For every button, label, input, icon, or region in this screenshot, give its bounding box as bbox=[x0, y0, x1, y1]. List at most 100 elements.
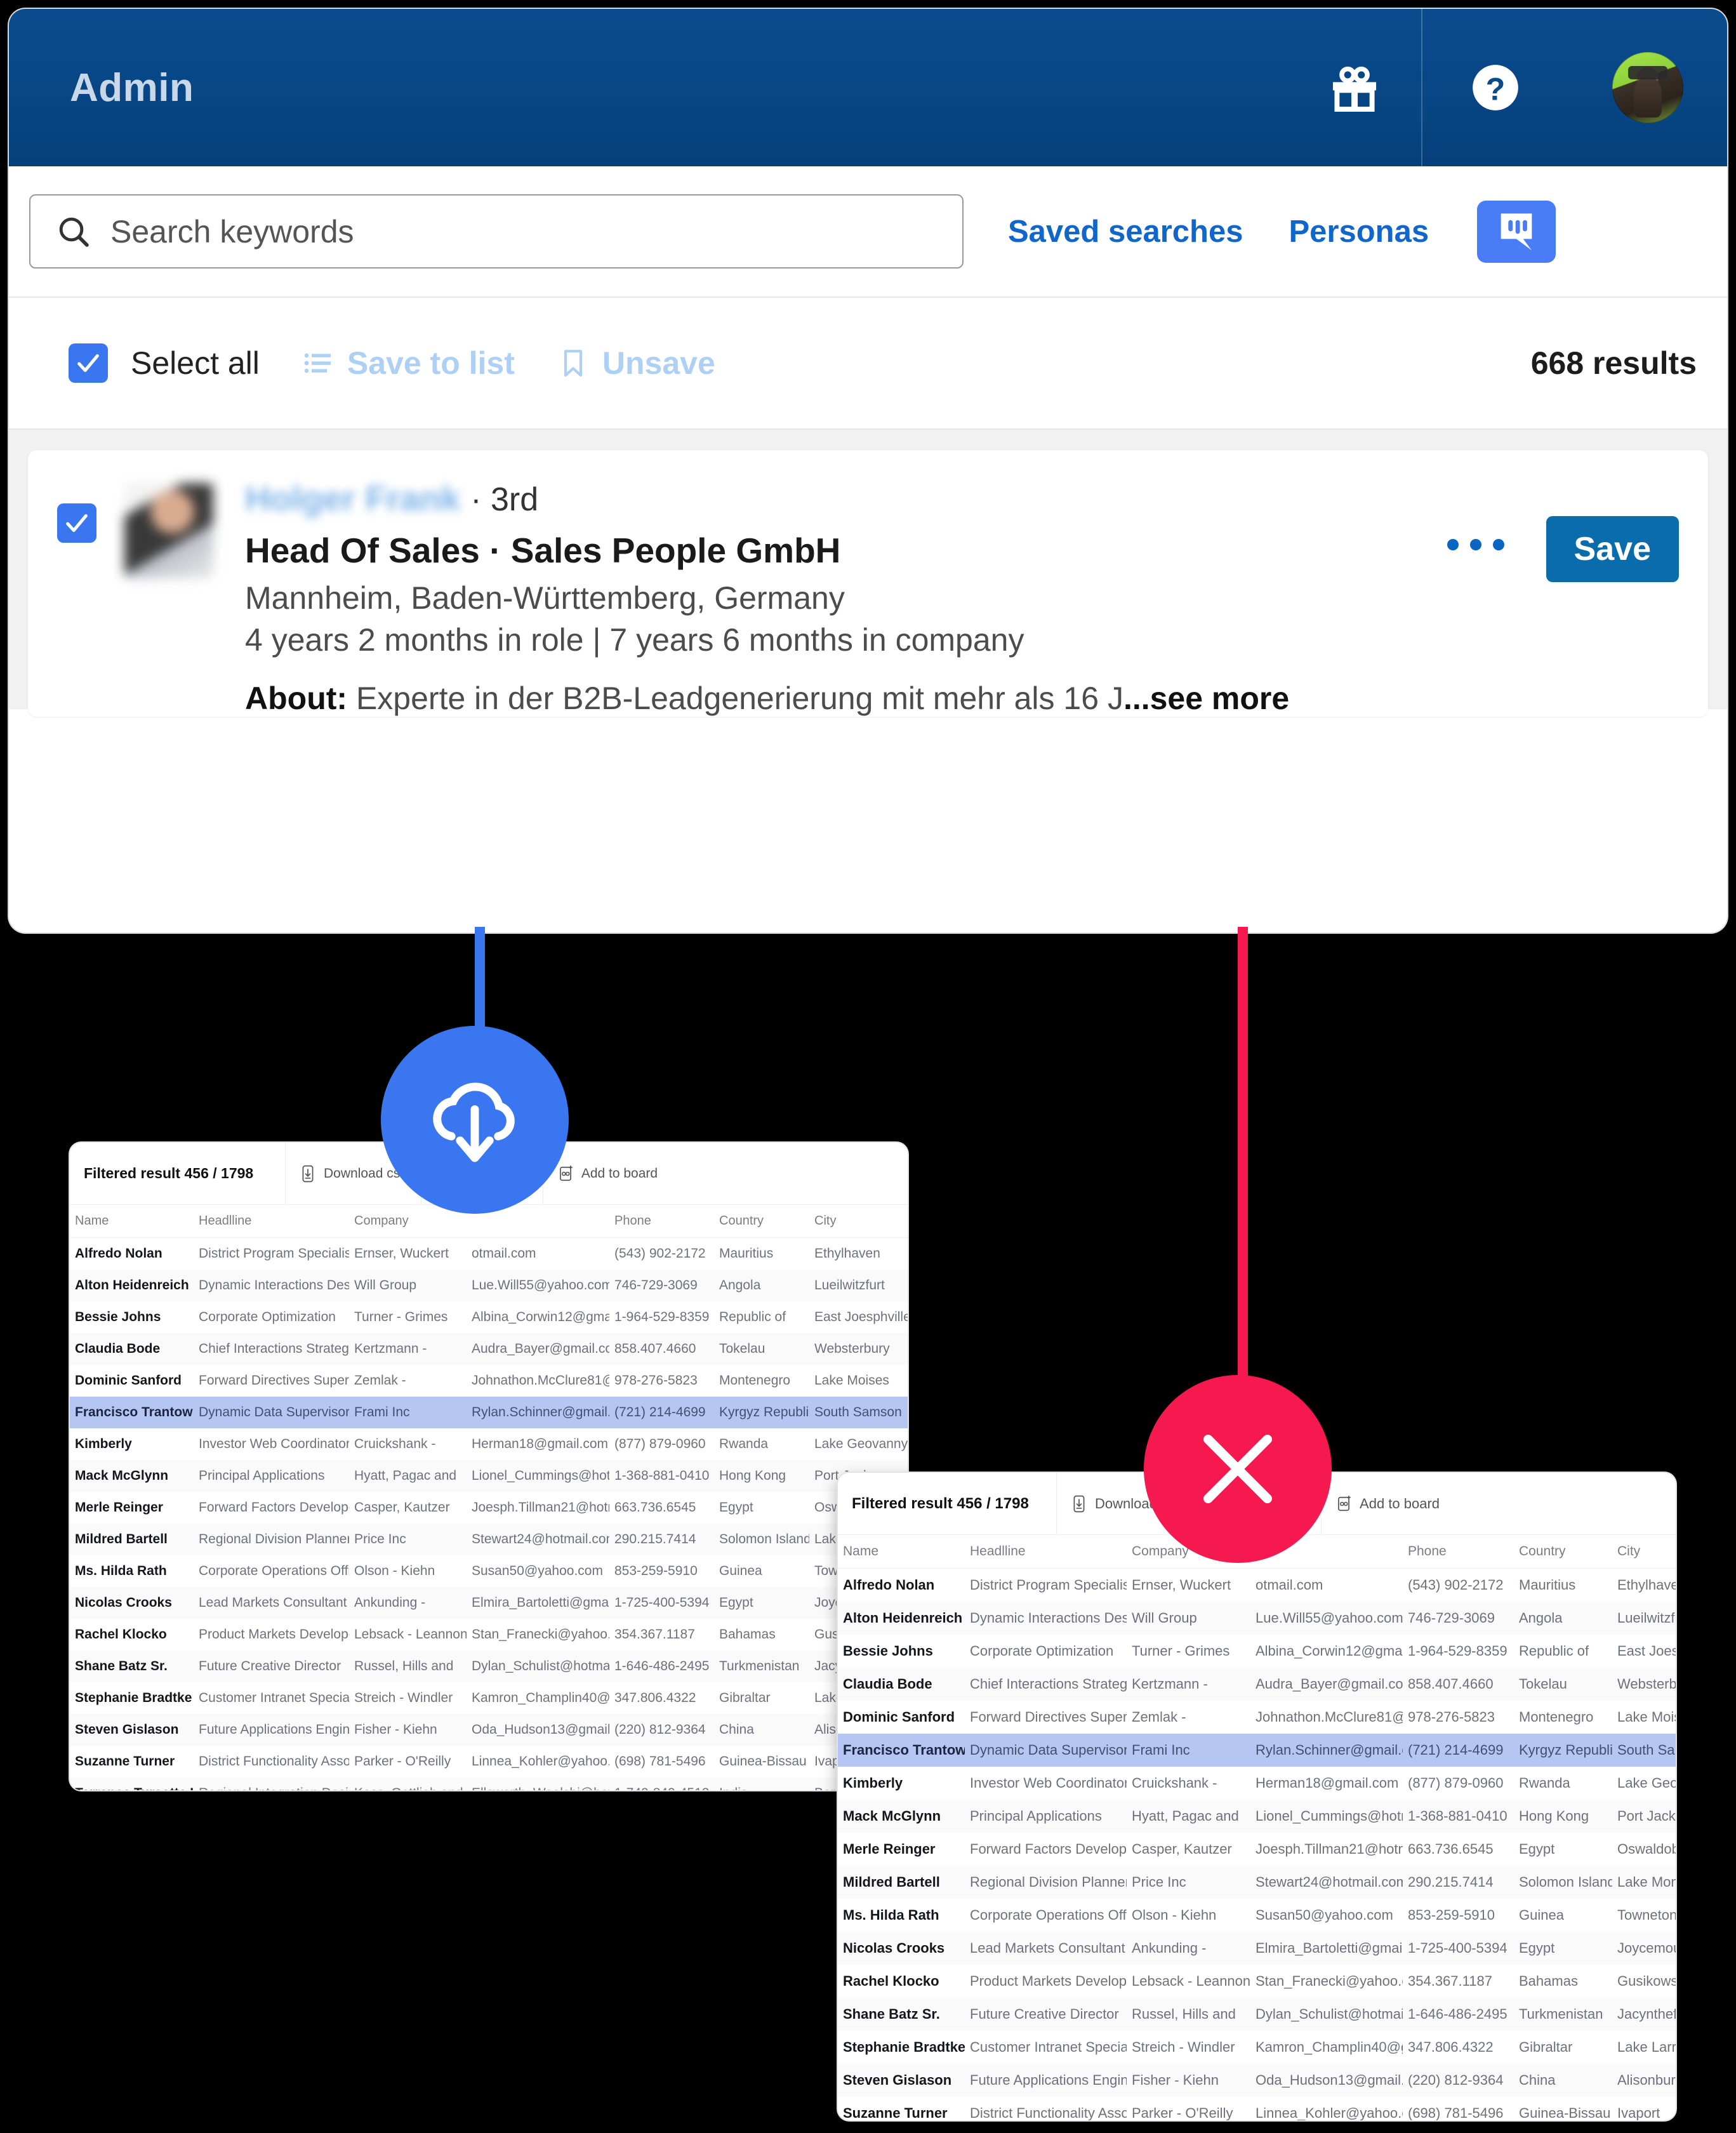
select-all-checkbox[interactable] bbox=[69, 343, 108, 383]
table-row[interactable]: Merle Reinger Forward Factors Developer Ca… bbox=[838, 1833, 1676, 1866]
save-button[interactable]: Save bbox=[1546, 516, 1679, 582]
table-row[interactable]: Suzanne Turner District Functionality Ass… bbox=[838, 2097, 1676, 2120]
col-name[interactable]: Name bbox=[838, 1535, 965, 1569]
cell-name: Suzanne Turner bbox=[843, 2105, 948, 2120]
table-row[interactable]: Alton Heidenreich Dynamic Interactions De… bbox=[838, 1602, 1676, 1635]
chat-button[interactable] bbox=[1477, 200, 1556, 263]
cell-phone: 1-368-881-0410 bbox=[1408, 1808, 1507, 1824]
table-row[interactable]: Claudia Bode Chief Interactions Strategis… bbox=[70, 1333, 908, 1365]
cell-phone: 1-646-486-2495 bbox=[1408, 2006, 1507, 2022]
cell-headline: Forward Directives Supervisor bbox=[199, 1373, 349, 1388]
profile-name-line: Holger Frank · 3rd bbox=[245, 478, 1447, 519]
profile-headline: Head Of Sales · Sales People GmbH bbox=[245, 531, 841, 570]
error-badge[interactable] bbox=[1144, 1375, 1332, 1563]
col-city[interactable]: City bbox=[809, 1205, 908, 1238]
cell-city: South Samson bbox=[814, 1405, 902, 1419]
cell-city: Lake Moises bbox=[814, 1373, 889, 1388]
table-row[interactable]: Dominic Sanford Forward Directives Superv… bbox=[838, 1701, 1676, 1734]
help-button[interactable]: ? bbox=[1422, 9, 1568, 166]
gift-button[interactable] bbox=[1288, 9, 1421, 166]
col-country[interactable]: Country bbox=[1514, 1535, 1612, 1569]
table-row[interactable]: Francisco Trantow Dynamic Data Supervisor… bbox=[838, 1734, 1676, 1767]
personas-link[interactable]: Personas bbox=[1289, 214, 1429, 249]
cell-company: Turner - Grimes bbox=[354, 1310, 448, 1324]
table-row[interactable]: Shane Batz Sr. Future Creative Director Ru… bbox=[838, 1998, 1676, 2031]
table-row[interactable]: Kimberly Investor Web Coordinator Cruicksh… bbox=[838, 1767, 1676, 1800]
cell-phone: 978-276-5823 bbox=[614, 1373, 698, 1388]
result-card[interactable]: Holger Frank · 3rd Head Of Sales · Sales… bbox=[28, 450, 1708, 717]
table-row[interactable]: Nicolas Crooks Lead Markets Consultant Ank… bbox=[70, 1587, 908, 1619]
table-row[interactable]: Stephanie Bradtke Customer Intranet Speci… bbox=[838, 2031, 1676, 2064]
table-row[interactable]: Mildred Bartell Regional Division Planner… bbox=[838, 1866, 1676, 1899]
col-name[interactable]: Name bbox=[70, 1205, 194, 1238]
cell-company: Will Group bbox=[354, 1278, 417, 1292]
table-row[interactable]: Mack McGlynn Principal Applications Hyatt,… bbox=[70, 1460, 908, 1492]
cell-name: Merle Reinger bbox=[843, 1841, 936, 1857]
cell-company: Kertzmann - bbox=[1132, 1676, 1208, 1692]
cell-headline: Lead Markets Consultant bbox=[970, 1940, 1125, 1956]
table-row[interactable]: Alfredo Nolan District Program Specialist… bbox=[70, 1238, 908, 1270]
unsave-button[interactable]: Unsave bbox=[558, 345, 715, 382]
cell-company: Fisher - Kiehn bbox=[1132, 2072, 1219, 2088]
col-phone[interactable]: Phone bbox=[1403, 1535, 1514, 1569]
table-row[interactable]: Ms. Hilda Rath Corporate Operations Offic… bbox=[838, 1899, 1676, 1932]
table-row[interactable]: Nicolas Crooks Lead Markets Consultant Ank… bbox=[838, 1932, 1676, 1965]
cell-company: Cruickshank - bbox=[354, 1437, 436, 1451]
table-row[interactable]: Dominic Sanford Forward Directives Superv… bbox=[70, 1365, 908, 1397]
save-to-list-button[interactable]: Save to list bbox=[303, 345, 515, 382]
cell-email: Susan50@yahoo.com bbox=[472, 1564, 603, 1578]
search-box[interactable] bbox=[29, 194, 964, 269]
more-menu-button[interactable] bbox=[1447, 539, 1504, 550]
result-checkbox[interactable] bbox=[57, 503, 96, 543]
search-input[interactable] bbox=[110, 213, 872, 250]
table-row[interactable]: Mildred Bartell Regional Division Planner… bbox=[70, 1524, 908, 1555]
cell-country: Turkmenistan bbox=[1519, 2006, 1603, 2022]
table-row[interactable]: Mack McGlynn Principal Applications Hyatt,… bbox=[838, 1800, 1676, 1833]
cell-country: China bbox=[719, 1722, 754, 1737]
cell-name: Ms. Hilda Rath bbox=[75, 1564, 167, 1578]
table-row[interactable]: Alton Heidenreich Dynamic Interactions De… bbox=[70, 1270, 908, 1301]
download-badge[interactable] bbox=[381, 1026, 569, 1214]
cell-email: Elmira_Bartoletti@gmail.co bbox=[472, 1595, 609, 1610]
cell-headline: Corporate Optimization bbox=[970, 1643, 1114, 1659]
table-row[interactable]: Rachel Klocko Product Markets Developer Le… bbox=[838, 1965, 1676, 1998]
cell-country: Bahamas bbox=[719, 1627, 776, 1642]
table-row[interactable]: Francisco Trantow Dynamic Data Supervisor… bbox=[70, 1397, 908, 1428]
table-row[interactable]: Steven Gislason Future Applications Engin… bbox=[838, 2064, 1676, 2097]
table-row[interactable]: Terrence Turcotte IIRegional Integration… bbox=[70, 1778, 908, 1790]
table-row[interactable]: Stephanie Bradtke Customer Intranet Speci… bbox=[70, 1682, 908, 1714]
table-row[interactable]: Claudia Bode Chief Interactions Strategis… bbox=[838, 1668, 1676, 1701]
cell-city: Lake Moises bbox=[1617, 1709, 1676, 1725]
cell-city: Lueilwitzfurt bbox=[1617, 1610, 1676, 1626]
col-phone[interactable]: Phone bbox=[609, 1205, 714, 1238]
table-row[interactable]: Suzanne Turner District Functionality Ass… bbox=[70, 1746, 908, 1778]
table-row[interactable]: Merle Reinger Forward Factors Developer Ca… bbox=[70, 1492, 908, 1524]
add-to-board-button[interactable]: Add to board bbox=[1322, 1473, 1454, 1534]
cell-name: Merle Reinger bbox=[75, 1500, 163, 1515]
cell-email: Susan50@yahoo.com bbox=[1256, 1907, 1393, 1923]
results-count: 668 results bbox=[1530, 345, 1697, 381]
col-country[interactable]: Country bbox=[714, 1205, 809, 1238]
cell-country: Egypt bbox=[1519, 1841, 1555, 1857]
table-row[interactable]: Rachel Klocko Product Markets Developer Le… bbox=[70, 1619, 908, 1651]
table-row[interactable]: Alfredo Nolan District Program Specialist… bbox=[838, 1569, 1676, 1602]
see-more-link[interactable]: ...see more bbox=[1123, 681, 1289, 716]
cell-headline: Regional Division Planner bbox=[199, 1532, 349, 1546]
table-row[interactable]: Shane Batz Sr. Future Creative Director Ru… bbox=[70, 1651, 908, 1682]
profile-location: Mannheim, Baden-Württemberg, Germany bbox=[245, 580, 845, 616]
saved-searches-link[interactable]: Saved searches bbox=[1008, 214, 1243, 249]
cell-name: Steven Gislason bbox=[75, 1722, 179, 1737]
user-avatar-button[interactable] bbox=[1568, 9, 1727, 166]
cell-email: otmail.com bbox=[472, 1246, 536, 1261]
col-headline[interactable]: Headlline bbox=[965, 1535, 1127, 1569]
table-row[interactable]: Steven Gislason Future Applications Engin… bbox=[70, 1714, 908, 1746]
cell-country: Guinea-Bissau bbox=[1519, 2105, 1611, 2120]
table-row[interactable]: Kimberly Investor Web Coordinator Cruicksh… bbox=[70, 1428, 908, 1460]
cell-headline: Chief Interactions Strategist bbox=[199, 1341, 349, 1356]
col-headline[interactable]: Headlline bbox=[194, 1205, 349, 1238]
profile-name[interactable]: Holger Frank bbox=[245, 478, 460, 519]
col-city[interactable]: City bbox=[1612, 1535, 1676, 1569]
table-row[interactable]: Ms. Hilda Rath Corporate Operations Offic… bbox=[70, 1555, 908, 1587]
table-row[interactable]: Bessie Johns Corporate Optimization Turner… bbox=[70, 1301, 908, 1333]
table-row[interactable]: Bessie Johns Corporate Optimization Turner… bbox=[838, 1635, 1676, 1668]
